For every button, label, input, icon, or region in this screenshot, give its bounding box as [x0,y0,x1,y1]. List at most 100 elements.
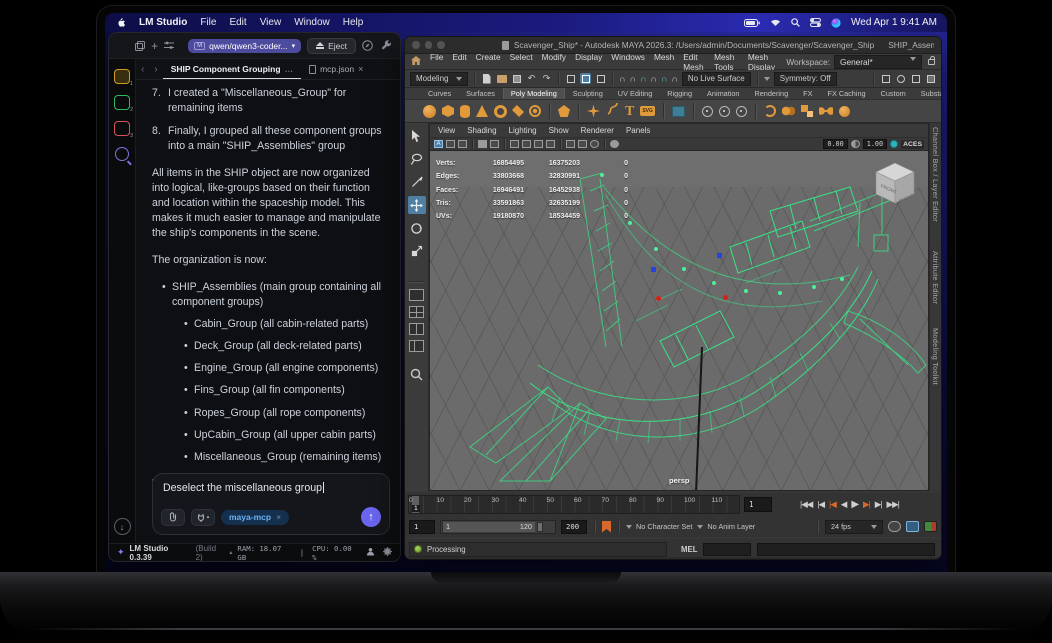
menu-item[interactable]: Edit [452,52,466,72]
select-tool-icon[interactable] [408,127,426,145]
sweep-mesh-icon[interactable] [606,102,619,120]
menubar-clock[interactable]: Wed Apr 1 9:41 AM [851,17,937,28]
mcp-chip[interactable]: maya-mcp × [221,509,290,525]
playback-button[interactable]: |◀ [817,499,825,510]
zoom-button[interactable] [437,41,445,49]
developer-wrench-icon[interactable] [381,40,392,51]
anim-layer-dropdown[interactable]: No Anim Layer [697,522,755,531]
discover-icon[interactable] [362,40,373,51]
shelf-tab[interactable]: FX Caching [820,88,872,99]
svg-tool-icon[interactable]: SVG [640,106,655,116]
settings-sliders-icon[interactable] [164,41,175,50]
lasso-tool-icon[interactable] [408,150,426,168]
ipr-render-icon[interactable] [910,73,921,84]
menu-item[interactable]: File [430,52,443,72]
range-bar[interactable]: 1 120 [443,521,535,532]
shelf-tab[interactable]: FX [796,88,819,99]
shelf-tab[interactable]: Rendering [747,88,795,99]
menubar-item[interactable]: Help [343,17,364,28]
nav-forward-icon[interactable]: › [149,64,162,75]
mirror-icon[interactable] [781,106,795,116]
anim-end-field[interactable]: 200 [561,519,587,534]
joint-marker-blue[interactable] [717,253,722,258]
isolate-select-icon[interactable] [566,140,575,148]
auto-key-icon[interactable] [888,521,901,532]
menubar-item[interactable]: File [200,17,216,28]
chevron-down-icon[interactable] [763,76,770,81]
mel-output[interactable] [757,542,935,556]
range-end-handle[interactable] [537,521,543,532]
shelf-tab[interactable]: Rigging [660,88,699,99]
make-live-grid-icon[interactable] [671,105,685,117]
menu-item[interactable]: Modify [542,52,566,72]
smooth-icon[interactable] [838,105,850,117]
save-scene-icon[interactable] [511,73,522,84]
plugin-button[interactable]: ▴ [191,508,215,526]
chip-close-icon[interactable]: × [276,512,281,522]
combine-icon[interactable] [800,105,813,117]
super-shape-icon[interactable] [587,104,600,118]
construction-history-icon[interactable] [880,73,891,84]
shelf-tab[interactable]: Animation [700,88,746,99]
search-icon[interactable] [791,18,800,27]
nav-back-icon[interactable]: ‹ [136,64,149,75]
open-scene-icon[interactable] [496,73,507,84]
shelf-tab[interactable]: Substance [914,88,941,99]
new-chat-icon[interactable]: + [151,39,158,53]
snap-curve-icon[interactable]: ∩ [629,74,635,83]
type-tool-icon[interactable]: T [625,104,634,118]
poly-cylinder-icon[interactable] [460,104,470,118]
eject-model-button[interactable]: Eject [307,37,356,54]
symmetry-field[interactable]: Symmetry: Off [773,71,837,86]
chat-transcript[interactable]: 7. I created a "Miscellaneous_Group" for… [136,80,400,486]
mel-input[interactable] [703,542,752,556]
shelf-tab[interactable]: Curves [421,88,458,99]
current-frame-field[interactable]: 1 [744,497,772,512]
snap-view-icon[interactable]: ∩ [671,74,677,83]
colorspace-badge[interactable]: ACES [901,139,924,149]
xray-icon[interactable] [578,140,587,148]
anim-start-field[interactable]: 1 [409,519,435,534]
menu-item[interactable]: Mesh [654,52,674,72]
menu-item[interactable]: Mesh Display [748,52,777,72]
image-plane-icon[interactable] [490,140,499,148]
battery-icon[interactable] [744,18,760,27]
view-cube[interactable]: FRONT RIGHT [874,161,916,205]
panel-menu-item[interactable]: View [438,126,455,135]
snap-surface-icon[interactable]: ∩ [661,74,667,83]
fps-dropdown[interactable]: 24 fps [825,519,883,534]
poly-cone-icon[interactable] [476,105,488,117]
viewport-canvas[interactable]: Verts: 16854495 16375203 0 Edges: 338036… [430,151,928,490]
cached-playback-icon[interactable] [906,521,919,532]
redo-icon[interactable]: ↷ [541,73,552,84]
zoom-tool-icon[interactable] [408,365,426,383]
siri-icon[interactable] [831,17,841,28]
user-icon[interactable] [366,547,375,558]
new-scene-icon[interactable] [481,73,492,84]
shading-textured-icon[interactable] [534,140,543,148]
separate-icon[interactable] [818,107,833,115]
menubar-item[interactable]: Window [294,17,330,28]
playback-button[interactable]: ◀ [841,499,847,510]
chat-input[interactable]: Deselect the miscellaneous group [163,482,379,494]
gamma-value[interactable]: 1.00 [862,139,888,149]
layout-single-pane-icon[interactable] [409,289,424,301]
snap-point-icon[interactable]: ∩ [640,74,646,83]
menubar-item[interactable]: Edit [229,17,246,28]
lighting-icon[interactable] [546,140,555,148]
exposure-value[interactable]: 0.00 [823,139,848,149]
layout-four-pane-icon[interactable] [409,306,424,318]
wifi-icon[interactable] [770,18,781,27]
sidebar-developer-icon[interactable]: 2 [114,95,133,113]
tab-channel-box[interactable]: Channel Box / Layer Editor [931,127,940,222]
chat-composer[interactable]: Deselect the miscellaneous group ▴ maya-… [152,473,390,535]
playback-button[interactable]: ▶| [863,499,871,510]
playback-button[interactable]: ▶▶| [887,499,900,510]
close-button[interactable] [412,41,420,49]
menubar-item[interactable]: View [260,17,282,28]
exposure-icon[interactable] [610,140,619,148]
new-window-icon[interactable] [135,40,146,51]
snap-grid-icon[interactable]: ∩ [619,74,625,83]
undo-icon[interactable]: ↶ [526,73,537,84]
menu-item[interactable]: Mesh Tools [714,52,739,72]
